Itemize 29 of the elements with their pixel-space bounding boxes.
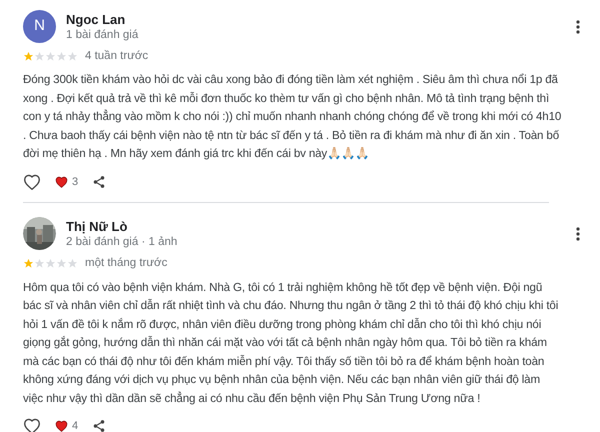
review-count: 2 bài đánh giá · 1 ảnh — [66, 234, 178, 250]
avatar: N — [23, 10, 56, 43]
share-icon[interactable] — [92, 175, 106, 189]
star-icon — [34, 258, 45, 270]
review-text: Hôm qua tôi có vào bệnh viện khám. Nhà G, tôi có 1 trải nghiệm không hề tốt đẹp về bệnh viện. Đội ngũ bác sĩ và nhân viên chỉ dẫn rất nhiệt tình và chu đáo. Nhưng thu ngân ở tầng 2 thì tỏ thái độ khó chịu khi tôi hỏi 1 vấn đề tôi k nắm rõ được, nhân viên điều dưỡng trong phòng khám chỉ dẫn cho tôi thì khó chịu nói giọng gắt gỏng, hướng dẫn thì nhăn cái mặt vào với tất cả bệnh nhân ngày hôm qua. Tôi bỏ tiền ra khám mà các bạn có thái độ như tôi đến khám miễn phí vậy. Tôi thấy số tiền tôi bỏ ra để khám bệnh hoàn toàn không xứng đáng với dịch vụ phục vụ bệnh nhân của bệnh viện. Nếu các bạn nhân viên giữ thái độ làm việc như vậy thì dần dần sẽ chẳng ai có nhu cầu đến bệnh viện Phụ Sản Trung Ương nữa ! — [23, 280, 560, 406]
star-icon — [56, 51, 67, 62]
star-icon — [67, 258, 78, 270]
reaction-count: 4 — [72, 419, 78, 432]
review-time: một tháng trước — [85, 256, 168, 272]
like-button-icon[interactable] — [23, 418, 41, 432]
reviewer-name[interactable]: Thị Nữ Lò — [66, 218, 566, 235]
share-icon[interactable] — [92, 419, 106, 432]
review-time: 4 tuần trước — [85, 49, 148, 64]
reviewer-name[interactable]: Ngoc Lan — [66, 10, 566, 28]
like-button-icon[interactable] — [23, 174, 41, 190]
star-icon — [45, 51, 56, 62]
review-count: 1 bài đánh giá — [66, 28, 140, 42]
star-icon — [23, 51, 34, 62]
review-text: Đóng 300k tiền khám vào hỏi dc vài câu xong bảo đi đóng tiền làm xét nghiệm . Siêu âm thì chưa nổi 1p đã xong . Đợi kết quả trả về thì kê mỗi đơn thuốc ko thèm tư vấn gì cho bệnh nhân. Mô tả tình trạng bệnh thì con y tá nhảy thẳng vào mồm k cho nói :)) chỉ muốn nhanh nhanh chóng chóng để về trong khi mới có 4h10 . Chưa baoh thấy cái bệnh viện nào tệ ntn từ bác sĩ đến y tá . Bỏ tiền ra đi khám mà như đi ăn xin . Toàn bố đời mẹ thiên hạ . Mn hãy xem đánh giá trc khi đến cái bv này🙏🏻🙏🏻🙏🏻 — [23, 72, 562, 162]
star-icon — [45, 258, 56, 270]
heart-icon — [55, 420, 68, 432]
heart-icon — [55, 176, 68, 188]
star-icon — [23, 258, 34, 270]
star-icon — [67, 51, 78, 62]
star-icon — [56, 258, 67, 270]
star-icon — [34, 51, 45, 62]
reaction-count: 3 — [72, 174, 78, 190]
more-options-icon[interactable] — [576, 20, 580, 34]
more-options-icon[interactable] — [576, 226, 580, 241]
